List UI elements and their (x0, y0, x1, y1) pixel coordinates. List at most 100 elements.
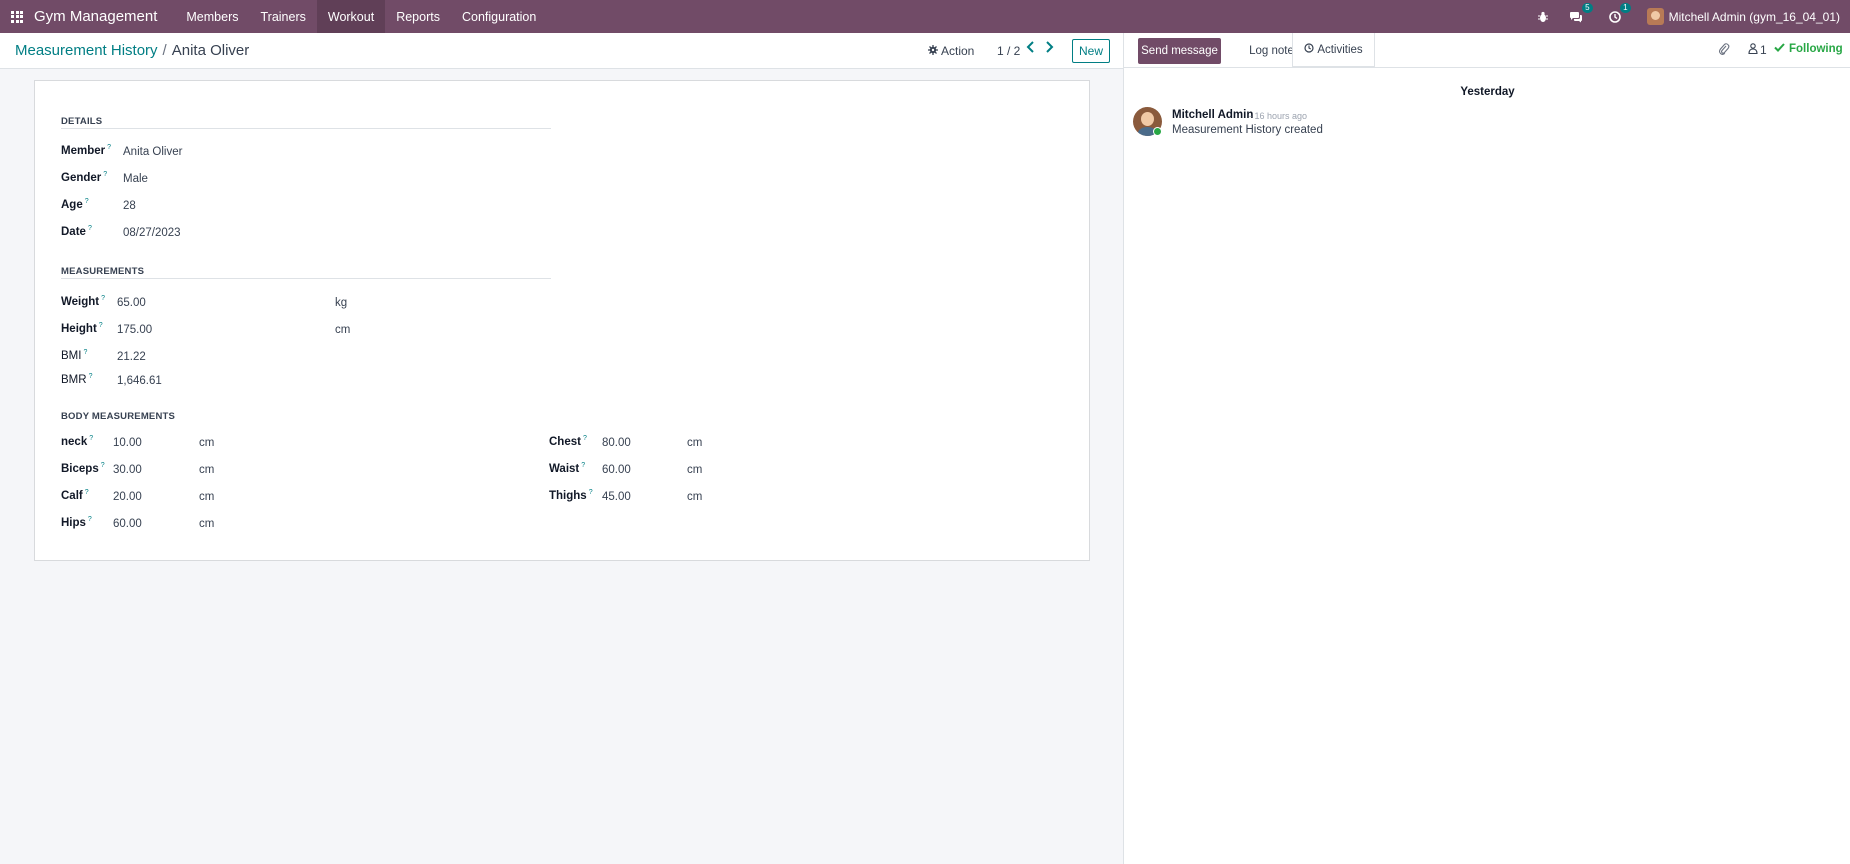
body-measurements-section-title: BODY MEASUREMENTS (61, 411, 176, 422)
paperclip-icon[interactable] (1718, 42, 1730, 59)
height-label: Height? (61, 322, 103, 335)
thighs-unit: cm (687, 491, 703, 503)
bmr-label: BMR? (61, 373, 93, 386)
breadcrumb-parent[interactable]: Measurement History (15, 42, 158, 59)
neck-unit: cm (199, 437, 215, 449)
help-icon[interactable]: ? (589, 489, 593, 496)
pager-previous-icon[interactable] (1024, 41, 1038, 57)
help-icon[interactable]: ? (85, 198, 89, 205)
message-body: Measurement History created (1172, 124, 1323, 136)
member-label: Member? (61, 144, 112, 157)
weight-unit: kg (335, 297, 348, 309)
navbar-systray: 5 1 Mitchell Admin (gym_16_04_01) (1537, 0, 1840, 33)
app-menu-icon[interactable] (0, 0, 34, 33)
help-icon[interactable]: ? (583, 435, 587, 442)
gender-label: Gender? (61, 171, 108, 184)
activities-label: Activities (1317, 43, 1363, 56)
help-icon[interactable]: ? (101, 462, 105, 469)
help-icon[interactable]: ? (89, 435, 93, 442)
waist-label: Waist? (549, 462, 586, 475)
followers-count: 1 (1760, 43, 1767, 57)
help-icon[interactable]: ? (85, 489, 89, 496)
menu-item-members[interactable]: Members (175, 0, 249, 33)
date-separator: Yesterday (1460, 86, 1515, 98)
action-label: Action (941, 44, 975, 58)
date-label: Date? (61, 225, 92, 238)
height-field[interactable]: 175.00 (117, 324, 152, 336)
chatter-panel: Send message Log note Activities 1 Follo… (1123, 33, 1850, 864)
help-icon[interactable]: ? (107, 144, 111, 151)
chat-icon[interactable]: 5 (1569, 2, 1593, 23)
details-section-title: DETAILS (61, 116, 103, 127)
gender-field[interactable]: Male (123, 173, 148, 185)
calf-field[interactable]: 20.00 (113, 491, 142, 503)
form-sheet: DETAILS Member? Anita Oliver Gender? Mal… (34, 80, 1090, 561)
measurements-section-title: MEASUREMENTS (61, 266, 145, 277)
menu-item-workout[interactable]: Workout (316, 0, 386, 33)
biceps-field[interactable]: 30.00 (113, 464, 142, 476)
gear-icon (928, 44, 938, 58)
send-message-button[interactable]: Send message (1138, 38, 1221, 64)
following-label: Following (1789, 43, 1843, 55)
chest-unit: cm (687, 437, 703, 449)
action-button[interactable]: Action (928, 44, 974, 58)
age-field[interactable]: 28 (123, 200, 136, 212)
bmr-value: 1,646.61 (117, 375, 162, 387)
thighs-label: Thighs? (549, 489, 593, 502)
help-icon[interactable]: ? (99, 322, 103, 329)
app-brand[interactable]: Gym Management (34, 8, 165, 25)
neck-label: neck? (61, 435, 94, 448)
message-author[interactable]: Mitchell Admin (1172, 109, 1253, 121)
messages-count-badge: 5 (1582, 2, 1593, 13)
menu-item-reports[interactable]: Reports (385, 0, 451, 33)
user-avatar (1646, 8, 1664, 25)
pager-next-icon[interactable] (1042, 41, 1056, 57)
biceps-label: Biceps? (61, 462, 105, 475)
chatter-topbar: Send message Log note Activities 1 Follo… (1124, 33, 1850, 69)
waist-unit: cm (687, 464, 703, 476)
neck-field[interactable]: 10.00 (113, 437, 142, 449)
user-icon (1748, 43, 1758, 57)
help-icon[interactable]: ? (89, 373, 93, 380)
bmi-value: 21.22 (117, 351, 146, 363)
clock-icon[interactable]: 1 (1608, 2, 1631, 23)
waist-field[interactable]: 60.00 (602, 464, 631, 476)
activities-button[interactable]: Activities (1292, 33, 1375, 67)
hips-label: Hips? (61, 516, 92, 529)
help-icon[interactable]: ? (83, 349, 87, 356)
menu-item-configuration[interactable]: Configuration (451, 0, 547, 33)
details-separator (61, 128, 551, 129)
breadcrumb-current: Anita Oliver (171, 42, 250, 59)
following-button[interactable]: Following (1774, 43, 1843, 55)
new-button[interactable]: New (1072, 39, 1110, 63)
hips-field[interactable]: 60.00 (113, 518, 142, 530)
weight-label: Weight? (61, 295, 106, 308)
help-icon[interactable]: ? (101, 295, 105, 302)
help-icon[interactable]: ? (88, 225, 92, 232)
breadcrumb: Measurement History / Anita Oliver (15, 42, 249, 59)
online-status-icon (1153, 127, 1162, 136)
bmi-label: BMI? (61, 349, 88, 362)
form-view: Measurement History / Anita Oliver Action … (0, 33, 1123, 864)
top-navbar: Gym Management Members Trainers Workout … (0, 0, 1850, 33)
menu-item-trainers[interactable]: Trainers (249, 0, 316, 33)
help-icon[interactable]: ? (88, 516, 92, 523)
weight-field[interactable]: 65.00 (117, 297, 146, 309)
member-field[interactable]: Anita Oliver (123, 146, 182, 158)
breadcrumb-separator: / (162, 42, 167, 59)
help-icon[interactable]: ? (103, 171, 107, 178)
check-icon (1774, 43, 1785, 55)
chest-field[interactable]: 80.00 (602, 437, 631, 449)
bug-icon[interactable] (1537, 11, 1549, 23)
chatter-divider (1124, 67, 1850, 68)
pager-value[interactable]: 1 / 2 (997, 44, 1020, 58)
user-name: Mitchell Admin (gym_16_04_01) (1668, 9, 1840, 24)
date-field[interactable]: 08/27/2023 (123, 227, 181, 239)
chest-label: Chest? (549, 435, 587, 448)
help-icon[interactable]: ? (581, 462, 585, 469)
user-menu[interactable]: Mitchell Admin (gym_16_04_01) (1646, 8, 1840, 25)
age-label: Age? (61, 198, 89, 211)
thighs-field[interactable]: 45.00 (602, 491, 631, 503)
followers-button[interactable]: 1 (1748, 43, 1767, 57)
control-panel: Measurement History / Anita Oliver Action … (0, 33, 1123, 69)
